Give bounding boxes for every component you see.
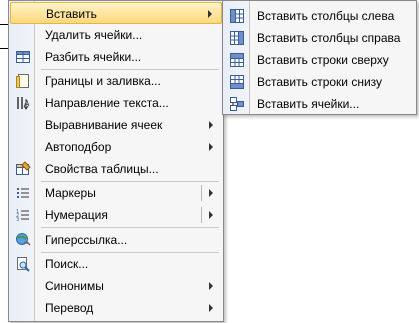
borders-shading-icon [15, 73, 31, 89]
insert-rows-above-icon [229, 52, 245, 68]
menu-item-label: Маркеры [45, 186, 96, 200]
find-icon [15, 256, 31, 272]
submenu-arrow-icon[interactable] [209, 211, 213, 219]
numbering-icon: 1 2 3 [15, 207, 31, 223]
bullets-icon [15, 185, 31, 201]
menu-item-label: Разбить ячейки... [45, 50, 142, 64]
menu-item-label: Границы и заливка... [45, 74, 161, 88]
submenu-item-label: Вставить столбцы слева [257, 9, 395, 23]
menu-item-find[interactable]: Поиск... [10, 253, 222, 275]
menu-item-translate[interactable]: Перевод [10, 297, 222, 319]
split-cells-icon [15, 49, 31, 65]
menu-item-cell-alignment[interactable]: Выравнивание ячеек [10, 114, 222, 136]
menu-item-label: Свойства таблицы... [45, 162, 159, 176]
menu-item-borders-shading[interactable]: Границы и заливка... [10, 70, 222, 92]
insert-submenu: Вставить столбцы слева Вставить столбцы … [222, 0, 417, 115]
menu-item-table-properties[interactable]: Свойства таблицы... [10, 158, 222, 180]
submenu-arrow-icon [209, 121, 213, 129]
menu-item-autofit[interactable]: Автоподбор [10, 136, 222, 158]
table-properties-icon [15, 161, 31, 177]
menu-item-label: Нумерация [45, 208, 108, 222]
menu-item-synonyms[interactable]: Синонимы [10, 275, 222, 297]
menu-item-label: Синонимы [45, 279, 104, 293]
menu-item-insert[interactable]: Вставить [10, 2, 222, 24]
submenu-item-label: Вставить ячейки... [257, 97, 360, 111]
submenu-arrow-icon [209, 304, 213, 312]
insert-rows-below-icon [229, 74, 245, 90]
split-divider [201, 207, 202, 223]
submenu-item-insert-columns-left[interactable]: Вставить столбцы слева [224, 5, 414, 27]
submenu-item-label: Вставить строки снизу [257, 75, 383, 89]
insert-columns-right-icon [229, 30, 245, 46]
hyperlink-icon [15, 232, 31, 248]
menu-item-label: Вставить [46, 7, 97, 21]
insert-columns-left-icon [229, 8, 245, 24]
menu-item-delete-cells[interactable]: Удалить ячейки... [10, 24, 222, 46]
submenu-item-insert-rows-below[interactable]: Вставить строки снизу [224, 71, 414, 93]
text-direction-icon: A [15, 95, 31, 111]
menu-item-label: Автоподбор [45, 140, 112, 154]
table-context-menu: Вставить Удалить ячейки... Разбить ячейк… [8, 0, 224, 322]
menu-item-label: Поиск... [45, 257, 89, 271]
menu-item-label: Направление текста... [45, 96, 169, 110]
submenu-item-insert-rows-above[interactable]: Вставить строки сверху [224, 49, 414, 71]
menu-item-label: Перевод [45, 301, 94, 315]
submenu-arrow-icon [209, 143, 213, 151]
submenu-item-insert-columns-right[interactable]: Вставить столбцы справа [224, 27, 414, 49]
menu-item-hyperlink[interactable]: Гиперссылка... [10, 229, 222, 251]
menu-item-split-cells[interactable]: Разбить ячейки... [10, 46, 222, 68]
submenu-item-label: Вставить столбцы справа [257, 31, 401, 45]
submenu-arrow-icon [209, 282, 213, 290]
submenu-item-label: Вставить строки сверху [257, 53, 389, 67]
split-divider [201, 185, 202, 201]
svg-text:3: 3 [16, 217, 19, 223]
menu-item-label: Выравнивание ячеек [45, 118, 163, 132]
menu-item-numbering[interactable]: 1 2 3 Нумерация [10, 204, 222, 226]
insert-cells-icon [229, 96, 245, 112]
menu-item-label: Удалить ячейки... [45, 28, 143, 42]
submenu-item-insert-cells[interactable]: Вставить ячейки... [224, 93, 414, 115]
submenu-arrow-icon[interactable] [209, 189, 213, 197]
menu-item-text-direction[interactable]: A Направление текста... [10, 92, 222, 114]
menu-item-label: Гиперссылка... [45, 233, 128, 247]
submenu-arrow-icon [208, 10, 212, 18]
menu-item-bullets[interactable]: Маркеры [10, 182, 222, 204]
menu-separator [41, 227, 219, 228]
